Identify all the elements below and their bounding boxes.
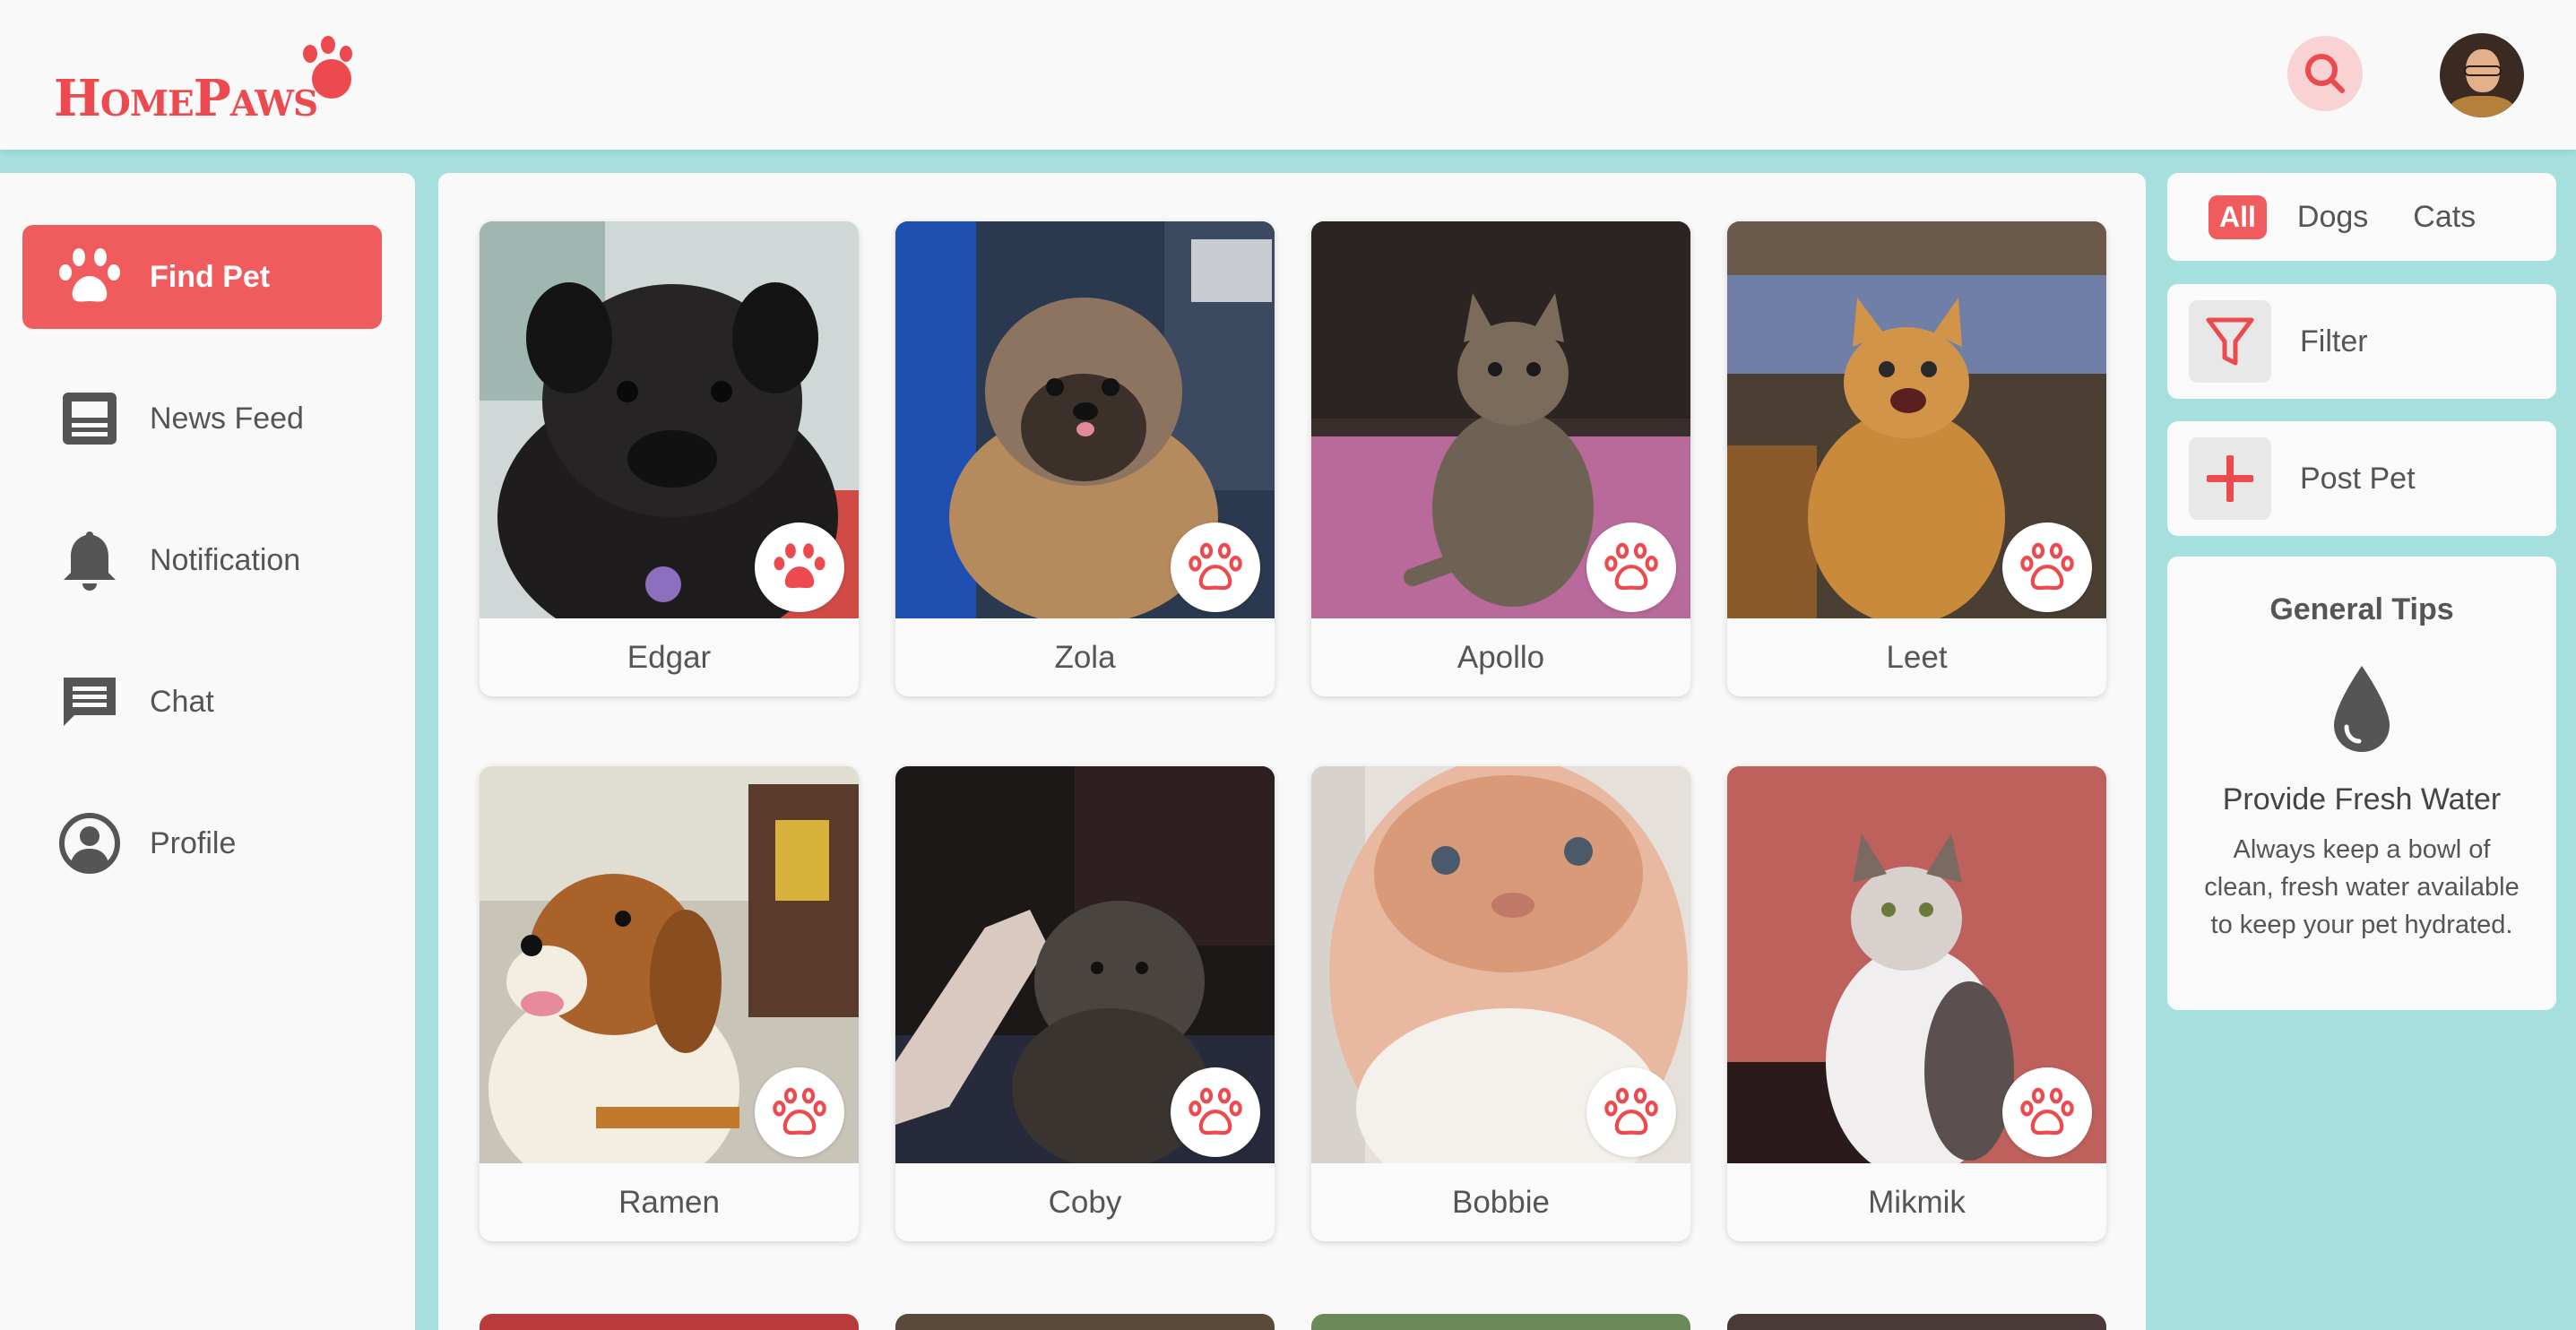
tab-dogs[interactable]: Dogs [2297, 200, 2368, 235]
favorite-paw-button[interactable] [1171, 1067, 1260, 1157]
filter-label: Filter [2300, 324, 2368, 358]
paw-outline-icon [1189, 1087, 1242, 1136]
paw-outline-icon [773, 1087, 826, 1136]
funnel-icon [2206, 317, 2254, 366]
logo-text: HomePaws [54, 69, 318, 128]
pet-card-partial[interactable] [895, 1314, 1275, 1330]
tab-all[interactable]: All [2209, 194, 2267, 239]
general-tips-card: General Tips Provide Fresh Water Always … [2167, 557, 2556, 1010]
sidebar-item-label: Profile [150, 825, 237, 860]
paw-outline-icon [1604, 542, 1658, 591]
tab-cats[interactable]: Cats [2413, 200, 2476, 235]
plus-icon [2207, 455, 2253, 502]
sidebar-item-label: Notification [150, 542, 301, 577]
bell-icon [64, 531, 116, 591]
paw-icon [59, 248, 120, 302]
logo-paw-icon [303, 36, 352, 99]
sidebar: Find Pet News Feed Notification Chat Pro… [0, 173, 415, 1330]
pet-card[interactable]: Leet [1727, 221, 2106, 696]
category-tabs: All Dogs Cats [2167, 173, 2556, 261]
tips-title: General Tips [2269, 592, 2454, 626]
pet-card[interactable]: Apollo [1311, 221, 1690, 696]
paw-filled-icon [774, 543, 826, 589]
pet-grid-panel: Edgar Zola Apollo Leet Ramen Coby Bobbie… [438, 173, 2146, 1330]
post-pet-label: Post Pet [2300, 461, 2416, 496]
pet-card[interactable]: Ramen [480, 766, 859, 1241]
pet-name: Coby [1048, 1184, 1122, 1220]
pet-name: Apollo [1457, 639, 1545, 675]
paw-outline-icon [1604, 1087, 1658, 1136]
user-circle-icon [59, 813, 120, 874]
homepaws-logo[interactable]: HomePaws [54, 34, 359, 124]
sidebar-item-news-feed[interactable]: News Feed [22, 367, 382, 471]
pet-card[interactable]: Bobbie [1311, 766, 1690, 1241]
pet-card-partial[interactable] [480, 1314, 859, 1330]
search-icon [2305, 54, 2345, 93]
pet-name: Zola [1054, 639, 1116, 675]
pet-name: Edgar [627, 639, 712, 675]
pet-card-partial[interactable] [1311, 1314, 1690, 1330]
favorite-paw-button[interactable] [1586, 522, 1676, 612]
sidebar-item-label: Find Pet [150, 259, 271, 294]
favorite-paw-button[interactable] [1171, 522, 1260, 612]
pet-name: Mikmik [1868, 1184, 1966, 1220]
pet-name: Bobbie [1452, 1184, 1550, 1220]
search-button[interactable] [2287, 36, 2363, 111]
pet-card[interactable]: Zola [895, 221, 1275, 696]
water-drop-icon [2334, 666, 2390, 752]
favorite-paw-button[interactable] [2002, 522, 2092, 612]
chat-icon [64, 678, 116, 726]
sidebar-item-label: News Feed [150, 401, 304, 436]
user-avatar[interactable] [2440, 33, 2524, 117]
tips-body: Always keep a bowl of clean, fresh water… [2204, 835, 2520, 939]
sidebar-item-notification[interactable]: Notification [22, 508, 382, 612]
pet-card[interactable]: Edgar [480, 221, 859, 696]
pet-name: Leet [1886, 639, 1948, 675]
favorite-paw-button[interactable] [755, 522, 844, 612]
favorite-paw-button[interactable] [2002, 1067, 2092, 1157]
paw-outline-icon [2020, 1087, 2074, 1136]
tips-heading: Provide Fresh Water [2222, 782, 2502, 816]
sidebar-item-chat[interactable]: Chat [22, 650, 382, 754]
paw-outline-icon [2020, 542, 2074, 591]
top-header: HomePaws [0, 0, 2576, 150]
sidebar-item-profile[interactable]: Profile [22, 791, 382, 895]
sidebar-item-find-pet[interactable]: Find Pet [22, 225, 382, 329]
pet-card[interactable]: Mikmik [1727, 766, 2106, 1241]
pet-name: Ramen [618, 1184, 720, 1220]
sidebar-item-label: Chat [150, 684, 214, 719]
favorite-paw-button[interactable] [1586, 1067, 1676, 1157]
newspaper-icon [63, 393, 117, 445]
pet-card[interactable]: Coby [895, 766, 1275, 1241]
post-pet-button[interactable]: Post Pet [2167, 421, 2556, 536]
favorite-paw-button[interactable] [755, 1067, 844, 1157]
filter-button[interactable]: Filter [2167, 284, 2556, 399]
paw-outline-icon [1189, 542, 1242, 591]
pet-card-partial[interactable] [1727, 1314, 2106, 1330]
